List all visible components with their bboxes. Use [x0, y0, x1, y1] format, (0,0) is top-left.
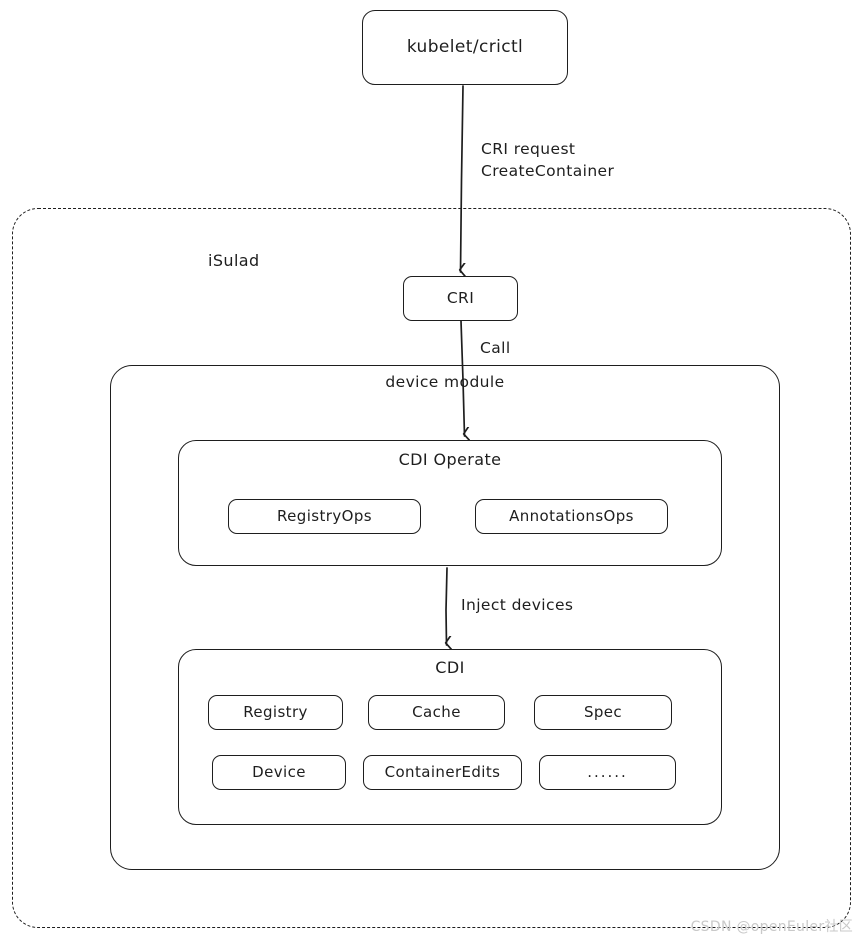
- arrow-cdi-operate-to-cdi: [446, 567, 447, 645]
- edge-label-call: Call: [480, 339, 511, 357]
- arrow-layer: [0, 85, 863, 942]
- watermark: CSDN @openEuler社区: [690, 919, 853, 935]
- arrow-cri-to-cdi-operate: [460, 320, 465, 436]
- edge-label-cri-request: CRI request CreateContainer: [481, 140, 615, 181]
- arrow-kubelet-to-cri: [461, 85, 464, 272]
- edge-label-inject-devices: Inject devices: [461, 596, 574, 614]
- diagram-canvas: iSulad device module CDI Operate Registr…: [0, 0, 863, 942]
